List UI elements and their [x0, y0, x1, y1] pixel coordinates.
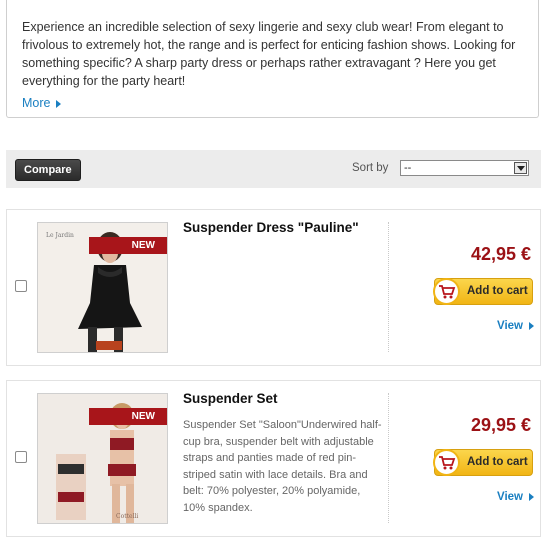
product-image[interactable]: Le Jardin NEW	[37, 222, 168, 353]
chevron-right-icon	[529, 492, 534, 501]
arrow-right-icon	[56, 99, 62, 108]
new-badge: NEW	[89, 237, 167, 254]
divider	[388, 222, 389, 352]
product-title[interactable]: Suspender Set	[183, 391, 383, 406]
dropdown-arrow-icon[interactable]	[514, 162, 527, 174]
svg-text:Le Jardin: Le Jardin	[46, 232, 74, 239]
view-link-label: View	[497, 320, 523, 332]
product-card: Le Jardin NEW Suspender Dress "Pauline" …	[6, 209, 541, 366]
category-intro-box: Experience an incredible selection of se…	[6, 0, 539, 118]
add-to-cart-button[interactable]: Add to cart	[433, 449, 533, 476]
category-description: Experience an incredible selection of se…	[22, 20, 516, 88]
listing-toolbar: Compare Sort by --	[6, 150, 541, 188]
sort-select[interactable]: --	[400, 160, 529, 176]
sort-label: Sort by	[352, 162, 389, 174]
compare-checkbox[interactable]	[15, 451, 27, 463]
compare-checkbox[interactable]	[15, 280, 27, 292]
add-to-cart-button[interactable]: Add to cart	[433, 278, 533, 305]
compare-button[interactable]: Compare	[15, 159, 81, 181]
sort-select-value: --	[404, 162, 412, 174]
product-image[interactable]: Cottelli NEW	[37, 393, 168, 524]
new-badge: NEW	[89, 408, 167, 425]
cart-icon	[433, 449, 460, 476]
svg-text:Cottelli: Cottelli	[116, 513, 138, 520]
product-price: 42,95 €	[470, 244, 531, 264]
view-link-label: View	[497, 491, 523, 503]
product-price: 29,95 €	[470, 415, 531, 435]
view-link[interactable]: View	[497, 491, 534, 503]
product-description: Suspender Set "Saloon"Underwired half-cu…	[183, 419, 382, 514]
divider	[388, 393, 389, 523]
more-link[interactable]: More	[22, 96, 62, 110]
product-card: Cottelli NEW Suspender Set Suspender Set…	[6, 380, 541, 537]
chevron-right-icon	[529, 321, 534, 330]
more-link-label: More	[22, 96, 51, 110]
add-to-cart-label: Add to cart	[467, 285, 528, 297]
cart-icon	[433, 278, 460, 305]
add-to-cart-label: Add to cart	[467, 456, 528, 468]
view-link[interactable]: View	[497, 320, 534, 332]
product-title[interactable]: Suspender Dress "Pauline"	[183, 220, 383, 235]
